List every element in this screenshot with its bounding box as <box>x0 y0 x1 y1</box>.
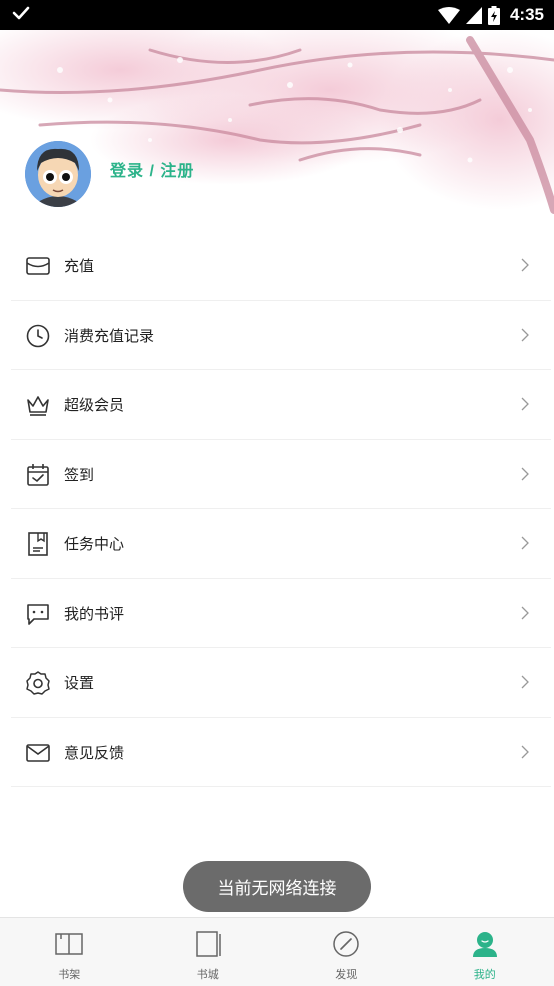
menu-item-check-in[interactable]: 签到 <box>11 440 551 509</box>
chevron-right-icon <box>521 328 529 341</box>
bottom-tab-bar: 书架 书城 发现 我的 <box>0 917 554 986</box>
chevron-right-icon <box>521 745 529 758</box>
chevron-right-icon <box>521 675 529 689</box>
compass-icon <box>333 931 359 957</box>
task-document-icon <box>28 532 48 556</box>
menu-item-feedback[interactable]: 意见反馈 <box>11 718 551 787</box>
menu-item-label: 任务中心 <box>64 536 125 553</box>
chevron-right-icon <box>521 467 529 480</box>
avatar[interactable] <box>25 141 91 207</box>
clock-icon <box>26 324 50 347</box>
signal-icon <box>465 6 482 24</box>
tab-bookstore[interactable]: 书城 <box>139 918 278 986</box>
menu-list: 充值 消费充值记录 超级会员 签到 任务中心 我的书评 设置 意见反馈 <box>11 231 551 787</box>
tab-label: 书架 <box>58 969 81 981</box>
menu-item-settings[interactable]: 设置 <box>11 648 551 718</box>
chevron-right-icon <box>521 258 529 272</box>
status-bar: 4:35 <box>0 0 554 30</box>
menu-item-spending-records[interactable]: 消费充值记录 <box>11 301 551 370</box>
tab-bookshelf[interactable]: 书架 <box>0 918 139 986</box>
tab-mine[interactable]: 我的 <box>416 918 554 986</box>
tab-discover[interactable]: 发现 <box>277 918 416 986</box>
menu-item-label: 我的书评 <box>64 605 125 623</box>
battery-icon <box>487 5 500 25</box>
menu-item-label: 消费充值记录 <box>64 327 155 345</box>
envelope-icon <box>26 743 50 762</box>
tab-label: 我的 <box>473 969 496 981</box>
menu-item-task-center[interactable]: 任务中心 <box>11 509 551 579</box>
avatar-face-icon <box>25 141 91 207</box>
bookstore-icon <box>196 931 221 957</box>
no-network-toast: 当前无网络连接 <box>183 861 371 912</box>
status-time: 4:35 <box>509 5 544 24</box>
menu-item-label: 设置 <box>64 675 95 692</box>
menu-item-label: 超级会员 <box>64 397 125 414</box>
status-bar-right: 4:35 <box>437 5 544 25</box>
gear-icon <box>26 671 50 695</box>
open-book-icon <box>55 933 83 955</box>
comment-bubble-icon <box>27 603 49 625</box>
wallet-icon <box>26 257 50 275</box>
menu-item-recharge[interactable]: 充值 <box>11 231 551 301</box>
wifi-icon <box>437 6 460 24</box>
calendar-check-icon <box>27 463 49 486</box>
tab-label: 书城 <box>196 969 219 981</box>
chevron-right-icon <box>521 397 529 411</box>
check-icon <box>12 6 30 20</box>
menu-item-label: 意见反馈 <box>64 744 125 762</box>
header-banner <box>0 30 554 230</box>
cherry-blossom-illustration <box>0 30 554 214</box>
chevron-right-icon <box>521 536 529 550</box>
menu-item-super-vip[interactable]: 超级会员 <box>11 370 551 440</box>
chevron-right-icon <box>521 606 529 619</box>
crown-icon <box>27 396 49 416</box>
menu-item-label: 充值 <box>64 258 95 275</box>
menu-item-my-reviews[interactable]: 我的书评 <box>11 579 551 648</box>
menu-item-label: 签到 <box>64 466 95 484</box>
login-register-link[interactable]: 登录 / 注册 <box>110 157 194 181</box>
user-icon <box>472 932 497 957</box>
tab-label: 发现 <box>335 969 358 981</box>
